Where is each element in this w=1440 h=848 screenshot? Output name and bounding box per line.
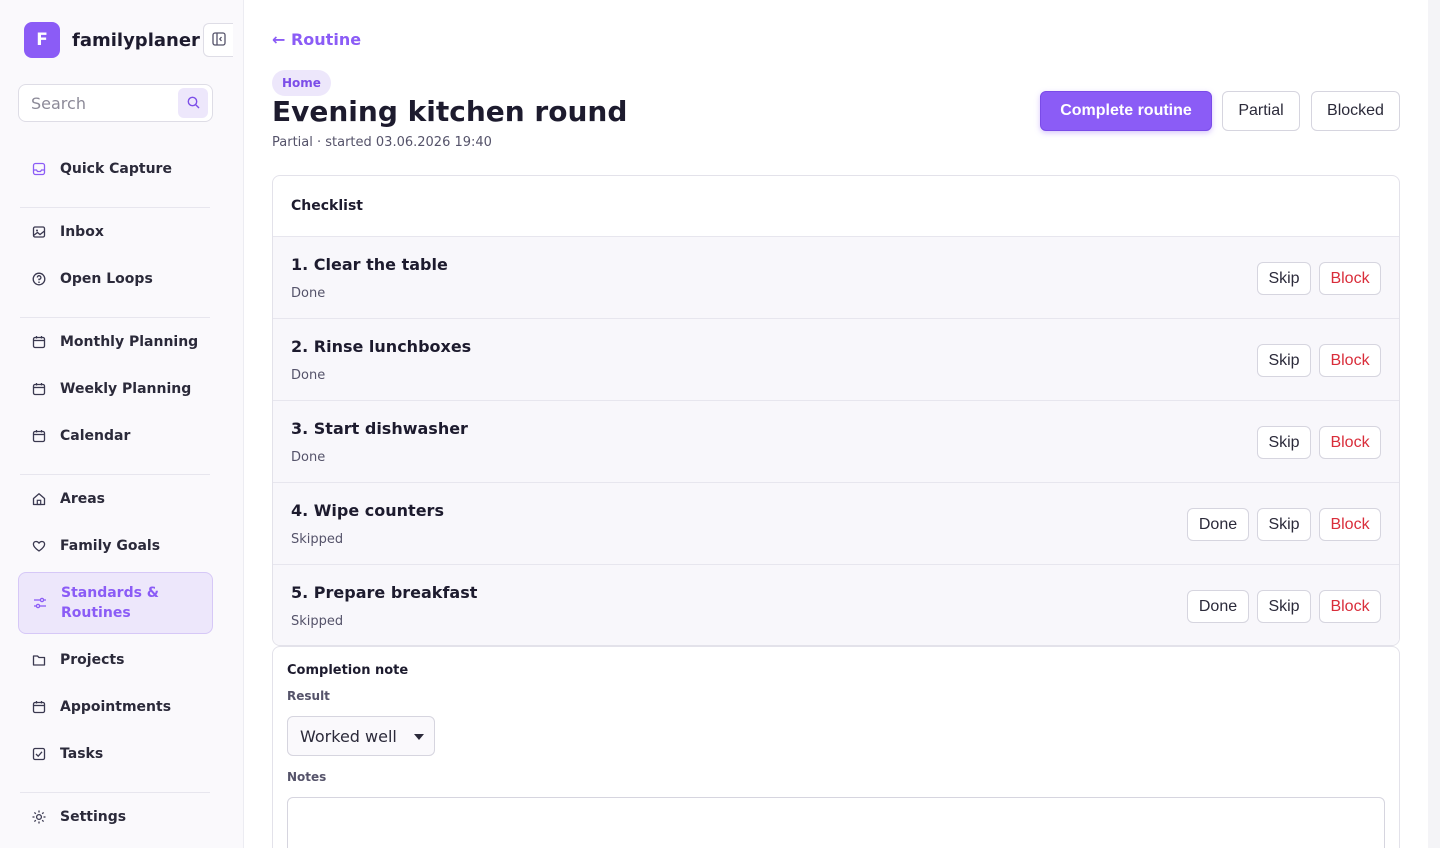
skip-button[interactable]: Skip <box>1257 590 1311 623</box>
sidebar-item-standards-routines[interactable]: Standards & Routines <box>18 572 213 634</box>
checklist-item-status: Done <box>291 286 326 301</box>
calendar-icon <box>32 429 46 443</box>
search-icon <box>187 94 200 113</box>
calendar-icon <box>32 700 46 714</box>
sidebar-divider <box>20 207 210 208</box>
page-title: Evening kitchen round <box>272 95 628 128</box>
sidebar-toggle-icon <box>211 31 226 50</box>
sidebar-item-label: Quick Capture <box>60 161 172 177</box>
sidebar-divider <box>20 792 210 793</box>
sidebar-item-weekly-planning[interactable]: Weekly Planning <box>18 369 213 409</box>
page-scrollbar[interactable] <box>1428 0 1440 848</box>
skip-button[interactable]: Skip <box>1257 426 1311 459</box>
block-button[interactable]: Block <box>1319 262 1381 295</box>
checklist-item-title: 3. Start dishwasher <box>291 419 468 438</box>
heart-icon <box>32 539 46 553</box>
sidebar-item-family-goals[interactable]: Family Goals <box>18 526 213 566</box>
notes-label: Notes <box>287 770 327 784</box>
block-button[interactable]: Block <box>1319 590 1381 623</box>
area-tag[interactable]: Home <box>272 70 331 96</box>
sidebar-divider <box>20 317 210 318</box>
chevron-down-icon <box>414 734 424 740</box>
checklist-row: 4. Wipe counters Skipped Done Skip Block <box>273 482 1399 564</box>
checklist-item-title: 1. Clear the table <box>291 255 448 274</box>
checklist-item-status: Skipped <box>291 614 344 629</box>
sidebar-item-quick-capture[interactable]: Quick Capture <box>18 149 213 189</box>
completion-note-card: Completion note Result Worked well Notes <box>272 646 1400 848</box>
sun-gear-icon <box>32 810 46 824</box>
sidebar-item-tasks[interactable]: Tasks <box>18 734 213 774</box>
checklist-card: Checklist 1. Clear the table Done Skip B… <box>272 175 1400 646</box>
search-box <box>18 84 213 122</box>
done-button[interactable]: Done <box>1187 590 1249 623</box>
sidebar-item-label: Areas <box>60 491 106 507</box>
sidebar-item-label: Calendar <box>60 428 131 444</box>
blocked-button[interactable]: Blocked <box>1311 91 1400 131</box>
sidebar-item-settings[interactable]: Settings <box>18 797 213 837</box>
block-button[interactable]: Block <box>1319 426 1381 459</box>
checklist-item-status: Skipped <box>291 532 344 547</box>
sidebar-collapse-button[interactable] <box>203 23 233 57</box>
sidebar-item-label: Inbox <box>60 224 104 240</box>
calendar-icon <box>32 335 46 349</box>
run-status-subtitle: Partial · started 03.06.2026 19:40 <box>272 135 492 150</box>
sidebar-item-label: Projects <box>60 652 125 668</box>
sliders-icon <box>33 596 47 610</box>
sidebar-item-label: Standards & Routines <box>61 585 159 621</box>
partial-button[interactable]: Partial <box>1222 91 1300 131</box>
sidebar-divider <box>20 474 210 475</box>
sidebar-item-projects[interactable]: Projects <box>18 640 213 680</box>
home-icon <box>32 492 46 506</box>
checkbox-icon <box>32 747 46 761</box>
sidebar-item-inbox[interactable]: Inbox <box>18 212 213 252</box>
image-icon <box>32 225 46 239</box>
complete-routine-button[interactable]: Complete routine <box>1040 91 1212 131</box>
checklist-item-status: Done <box>291 368 326 383</box>
checklist-row: 3. Start dishwasher Done Skip Block <box>273 400 1399 482</box>
sidebar-item-label: Open Loops <box>60 271 153 287</box>
main-content: ← Routine Home Evening kitchen round Par… <box>244 0 1428 848</box>
checklist-item-title: 4. Wipe counters <box>291 501 444 520</box>
skip-button[interactable]: Skip <box>1257 262 1311 295</box>
brand-name: familyplaner <box>72 29 200 51</box>
sidebar-item-label: Appointments <box>60 699 172 715</box>
result-select-value: Worked well <box>300 726 397 746</box>
checklist-row: 5. Prepare breakfast Skipped Done Skip B… <box>273 564 1399 645</box>
inbox-tray-icon <box>32 162 46 176</box>
done-button[interactable]: Done <box>1187 508 1249 541</box>
sidebar-item-label: Tasks <box>60 746 104 762</box>
sidebar-item-label: Monthly Planning <box>60 334 199 350</box>
skip-button[interactable]: Skip <box>1257 508 1311 541</box>
sidebar-item-areas[interactable]: Areas <box>18 479 213 519</box>
checklist-item-title: 5. Prepare breakfast <box>291 583 478 602</box>
search-input[interactable] <box>31 94 171 113</box>
checklist-row: 1. Clear the table Done Skip Block <box>273 236 1399 318</box>
brand[interactable]: F familyplaner <box>24 22 200 58</box>
checklist-title: Checklist <box>291 198 363 214</box>
sidebar-item-label: Settings <box>60 809 127 825</box>
sidebar-item-calendar[interactable]: Calendar <box>18 416 213 456</box>
sidebar-item-open-loops[interactable]: Open Loops <box>18 259 213 299</box>
result-label: Result <box>287 689 330 703</box>
skip-button[interactable]: Skip <box>1257 344 1311 377</box>
sidebar-item-monthly-planning[interactable]: Monthly Planning <box>18 322 213 362</box>
block-button[interactable]: Block <box>1319 508 1381 541</box>
search-button[interactable] <box>178 88 208 118</box>
brand-logo: F <box>24 22 60 58</box>
calendar-icon <box>32 382 46 396</box>
sidebar-item-appointments[interactable]: Appointments <box>18 687 213 727</box>
result-select[interactable]: Worked well <box>287 716 435 756</box>
completion-note-title: Completion note <box>287 663 409 678</box>
question-circle-icon <box>32 272 46 286</box>
checklist-item-status: Done <box>291 450 326 465</box>
notes-textarea[interactable] <box>287 797 1385 848</box>
block-button[interactable]: Block <box>1319 344 1381 377</box>
checklist-item-title: 2. Rinse lunchboxes <box>291 337 472 356</box>
folder-icon <box>32 653 46 667</box>
sidebar-item-label: Family Goals <box>60 538 161 554</box>
sidebar-item-label: Weekly Planning <box>60 381 192 397</box>
back-to-routine-link[interactable]: ← Routine <box>272 30 361 49</box>
checklist-row: 2. Rinse lunchboxes Done Skip Block <box>273 318 1399 400</box>
sidebar: F familyplaner Quick Capture Inbox Open … <box>0 0 244 848</box>
